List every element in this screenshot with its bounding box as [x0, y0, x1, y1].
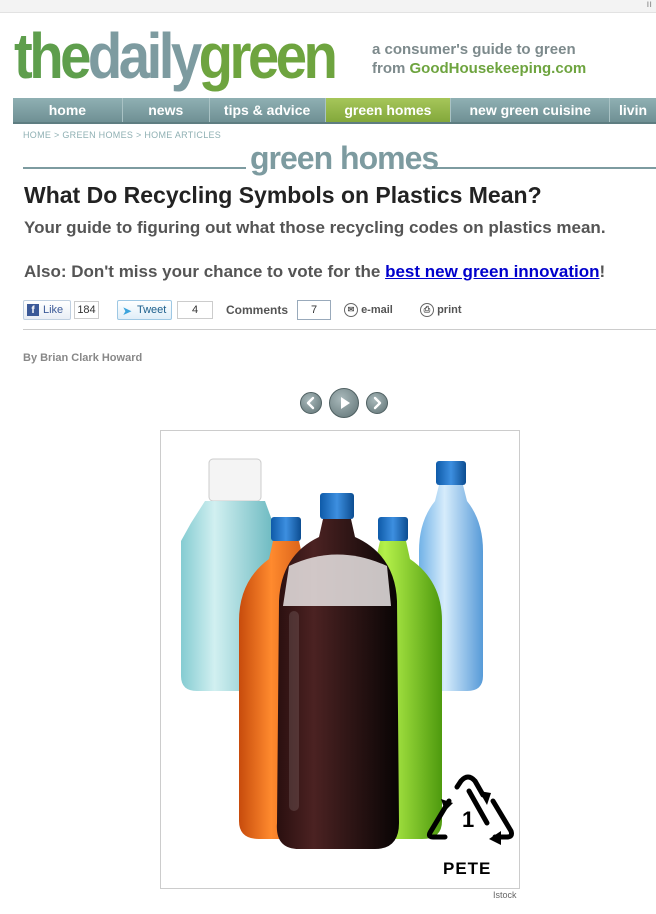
top-utility-bar: ıı	[0, 0, 656, 13]
chevron-left-icon[interactable]	[300, 392, 322, 414]
logo-green: green	[198, 20, 338, 92]
tagline-brand-link[interactable]: GoodHousekeeping.com	[410, 60, 587, 77]
print-icon: ⎙	[420, 303, 434, 317]
article-dek: Your guide to figuring out what those re…	[24, 218, 606, 237]
nav-item-tips-advice[interactable]: tips & advice	[210, 98, 326, 122]
tweet-label: Tweet	[137, 304, 167, 316]
nav-item-new-green-cuisine[interactable]: new green cuisine	[451, 98, 611, 122]
tagline-line1: a consumer's guide to green	[372, 41, 576, 58]
recycle-code: PETE	[443, 859, 492, 878]
facebook-like-button[interactable]: f Like	[23, 300, 71, 320]
innovation-vote-link[interactable]: best new green innovation	[385, 262, 599, 281]
comments-label[interactable]: Comments	[226, 303, 288, 317]
section-title: green homes	[250, 140, 439, 176]
recycle-number: 1	[462, 807, 475, 832]
article-title: What Do Recycling Symbols on Plastics Me…	[24, 182, 542, 208]
logo-daily: daily	[87, 20, 202, 92]
chevron-right-icon[interactable]	[366, 392, 388, 414]
byline: By Brian Clark Howard	[23, 352, 143, 364]
also-promo: Also: Don't miss your chance to vote for…	[24, 262, 605, 282]
breadcrumb-sep: >	[51, 130, 63, 140]
print-button[interactable]: ⎙ print	[420, 303, 462, 317]
email-label: e-mail	[361, 303, 393, 316]
topbar-glyph: ıı	[646, 0, 652, 10]
slideshow-controls	[300, 388, 390, 418]
tweet-button[interactable]: ➤ Tweet	[117, 300, 172, 320]
breadcrumb-home-articles[interactable]: HOME ARTICLES	[144, 130, 221, 140]
tagline-line2: from GoodHousekeeping.com	[372, 59, 586, 78]
nav-item-living[interactable]: livin	[610, 98, 656, 122]
email-button[interactable]: ✉ e-mail	[344, 303, 393, 317]
also-suffix: !	[599, 262, 606, 281]
content-divider	[23, 329, 656, 330]
facebook-icon: f	[27, 304, 39, 316]
site-tagline: a consumer's guide to green from GoodHou…	[372, 40, 586, 78]
breadcrumb-green-homes[interactable]: GREEN HOMES	[62, 130, 133, 140]
breadcrumb: HOME > GREEN HOMES > HOME ARTICLES	[23, 130, 221, 140]
breadcrumb-home[interactable]: HOME	[23, 130, 51, 140]
twitter-bird-icon: ➤	[122, 304, 133, 318]
section-rule-left	[23, 167, 246, 169]
section-rule-right	[432, 167, 656, 169]
logo-the: the	[14, 20, 91, 92]
print-label: print	[437, 303, 462, 316]
nav-item-news[interactable]: news	[123, 98, 210, 122]
like-label: Like	[43, 304, 64, 316]
slideshow-photo: 1 PETE	[160, 430, 520, 889]
photo-credit: Istock	[493, 890, 517, 900]
breadcrumb-sep: >	[133, 130, 145, 140]
email-icon: ✉	[344, 303, 358, 317]
play-icon[interactable]	[329, 388, 359, 418]
tweet-count: 4	[177, 301, 213, 319]
social-bar: f Like 184 ➤ Tweet 4 Comments 7 ✉ e-mail…	[23, 300, 656, 322]
tagline-prefix: from	[372, 60, 410, 77]
comments-count[interactable]: 7	[297, 300, 331, 320]
like-count: 184	[74, 301, 99, 319]
main-nav: home news tips & advice green homes new …	[13, 98, 656, 124]
site-logo[interactable]: thedailygreen	[14, 16, 338, 96]
also-prefix: Also: Don't miss your chance to vote for…	[24, 262, 386, 281]
nav-item-green-homes[interactable]: green homes	[325, 98, 452, 122]
nav-item-home[interactable]: home	[13, 98, 123, 122]
